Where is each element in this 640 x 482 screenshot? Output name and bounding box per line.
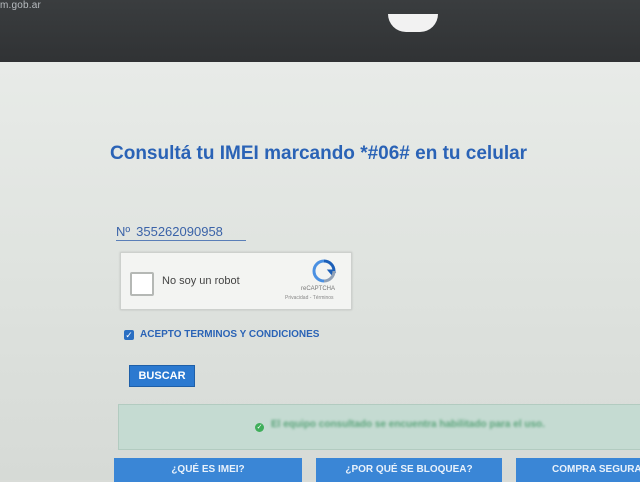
search-button[interactable]: BUSCAR	[129, 365, 195, 387]
tab-compra-segura[interactable]: COMPRA SEGURA	[516, 458, 640, 482]
terms-label: ACEPTO TERMINOS Y CONDICIONES	[140, 329, 320, 340]
url-text: m.gob.ar	[0, 0, 42, 11]
recaptcha-logo-icon	[312, 259, 337, 283]
tab-por-que-se-bloquea[interactable]: ¿POR QUÉ SE BLOQUEA?	[316, 458, 502, 482]
recaptcha-links[interactable]: Privacidad - Términos	[285, 295, 334, 301]
recaptcha-brand: reCAPTCHA	[301, 286, 336, 292]
imei-input[interactable]: Nº 355262090958	[116, 222, 246, 241]
status-message-bar: ✓ El equipo consultado se encuentra habi…	[118, 404, 640, 450]
imei-value: 355262090958	[136, 223, 223, 239]
imei-prefix: Nº	[116, 223, 131, 239]
terms-row[interactable]: ✓ ACEPTO TERMINOS Y CONDICIONES	[124, 329, 319, 340]
terms-checkbox[interactable]: ✓	[124, 329, 134, 340]
check-circle-icon: ✓	[255, 423, 264, 432]
status-message: El equipo consultado se encuentra habili…	[271, 419, 545, 430]
recaptcha-label: No soy un robot	[162, 275, 240, 287]
tab-que-es-imei[interactable]: ¿QUÉ ES IMEI?	[114, 458, 302, 482]
recaptcha-widget: No soy un robot reCAPTCHA Privacidad - T…	[120, 252, 352, 310]
browser-top-bar: m.gob.ar	[0, 0, 640, 70]
page-title: Consultá tu IMEI marcando *#06# en tu ce…	[110, 143, 528, 164]
recaptcha-checkbox[interactable]	[130, 272, 154, 296]
header-logo-icon	[388, 14, 438, 32]
